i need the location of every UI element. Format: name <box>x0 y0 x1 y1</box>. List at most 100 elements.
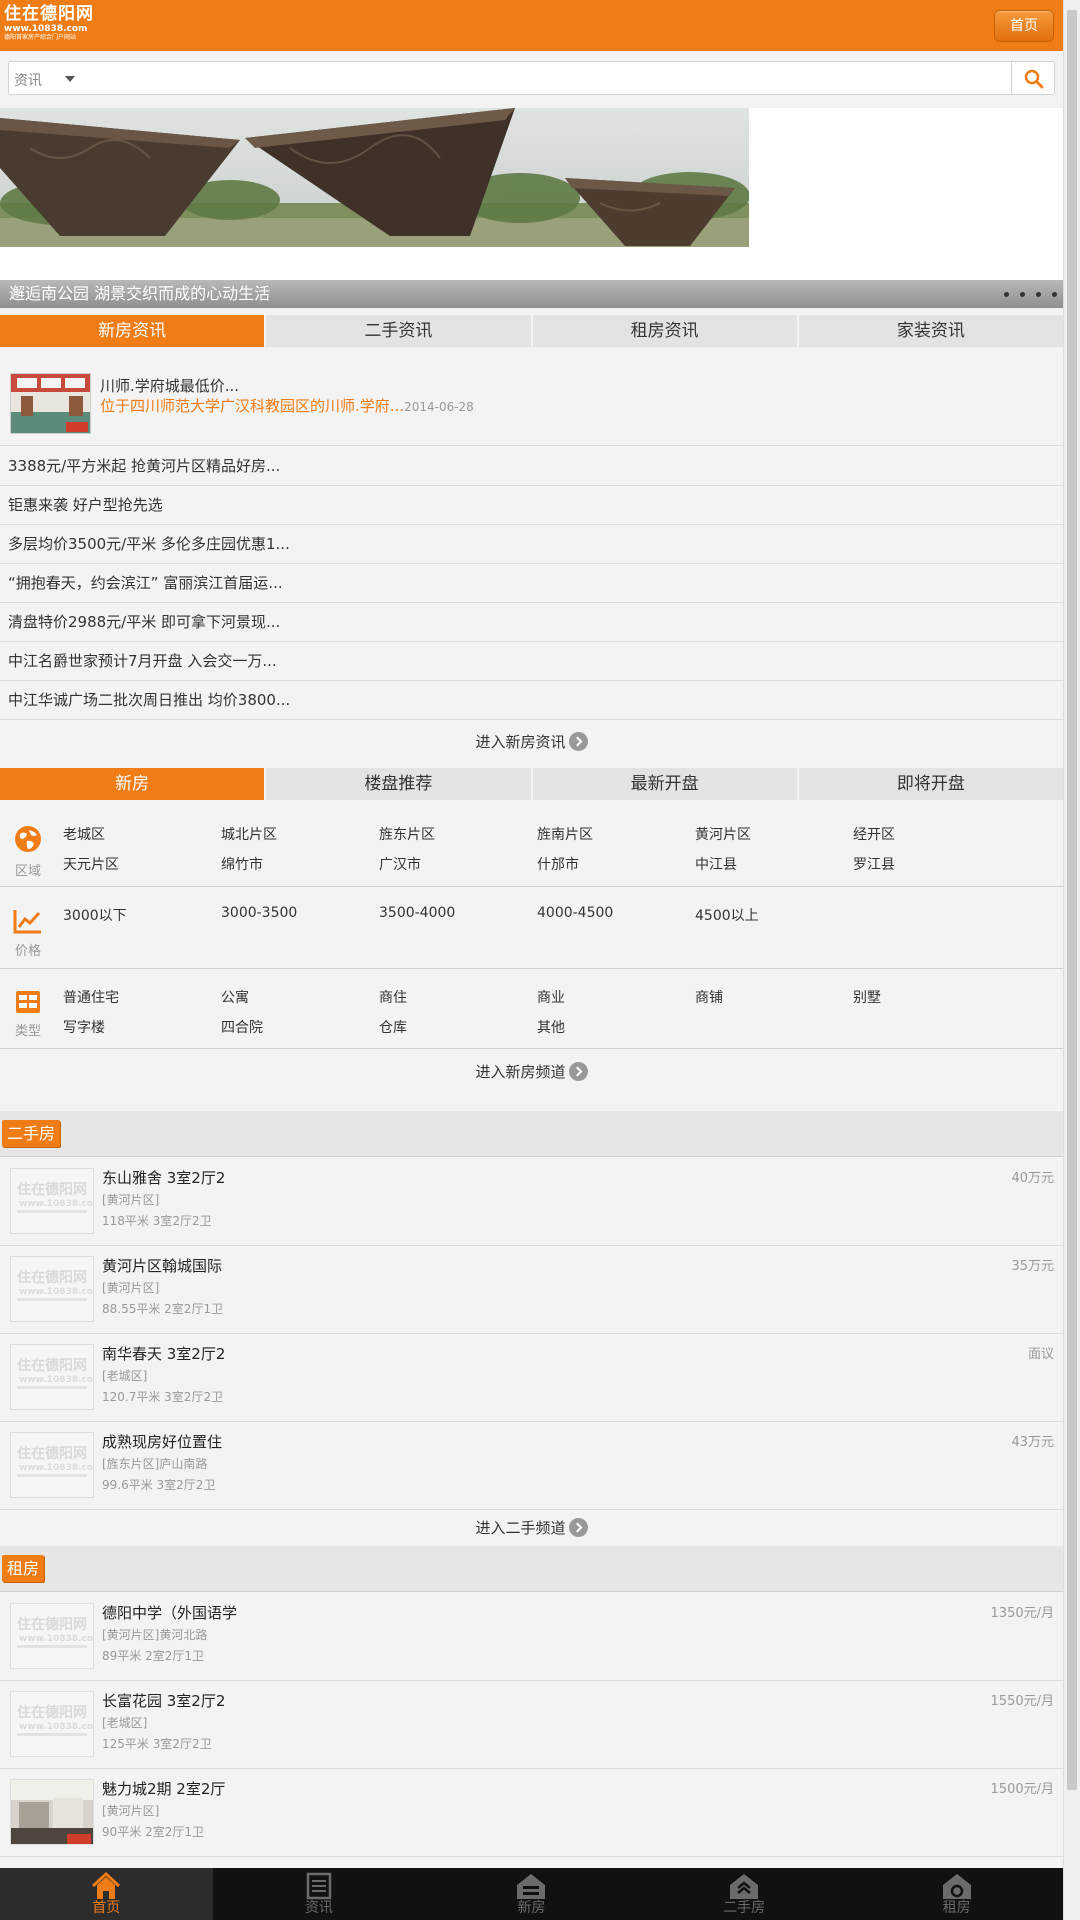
price-option[interactable]: 4000-4500 <box>537 905 613 921</box>
scrollbar-thumb[interactable] <box>1067 10 1077 1790</box>
search-input[interactable] <box>81 62 1011 94</box>
region-option[interactable]: 旌南片区 <box>537 824 593 844</box>
logo-title: 住在德阳网 <box>4 4 94 24</box>
news-item[interactable]: 中江华诚广场二批次周日推出 均价3800... <box>0 681 1063 720</box>
news-item[interactable]: 3388元/平方米起 抢黄河片区精品好房... <box>0 447 1063 486</box>
region-option[interactable]: 什邡市 <box>537 854 579 874</box>
more-secondhand-channel-link[interactable]: 进入二手频道 <box>0 1515 1063 1541</box>
tab-latest-opening[interactable]: 最新开盘 <box>532 768 797 800</box>
secondhand-listing[interactable]: 住在德阳网 www.10838.com 南华春天 3室2厅2 [老城区] 120… <box>0 1334 1063 1422</box>
type-option[interactable]: 普通住宅 <box>63 987 119 1007</box>
watermark-text: 住在德阳网 <box>17 1270 87 1286</box>
news-item[interactable]: 钜惠来袭 好户型抢先选 <box>0 486 1063 525</box>
secondhand-listing[interactable]: 住在德阳网 www.10838.com 黄河片区翰城国际 [黄河片区] 88.5… <box>0 1246 1063 1334</box>
price-option[interactable]: 3500-4000 <box>379 905 455 921</box>
listing-title[interactable]: 成熟现房好位置住 <box>102 1431 222 1452</box>
type-option[interactable]: 公寓 <box>221 987 249 1007</box>
nav-new-house[interactable]: 新房 <box>425 1868 638 1920</box>
secondhand-section-title[interactable]: 二手房 <box>2 1120 61 1147</box>
vertical-scrollbar[interactable] <box>1063 0 1080 1920</box>
placeholder-thumbnail[interactable]: 住在德阳网 www.10838.com <box>10 1168 94 1234</box>
listing-title[interactable]: 南华春天 3室2厅2 <box>102 1343 225 1364</box>
more-new-house-channel-link[interactable]: 进入新房频道 <box>0 1059 1063 1085</box>
type-option[interactable]: 四合院 <box>221 1017 263 1037</box>
news-item[interactable]: 多层均价3500元/平米 多伦多庄园优惠1... <box>0 525 1063 564</box>
type-option[interactable]: 其他 <box>537 1017 565 1037</box>
region-option[interactable]: 广汉市 <box>379 854 421 874</box>
price-option[interactable]: 3000-3500 <box>221 905 297 921</box>
carousel-dot[interactable] <box>1020 291 1025 297</box>
type-option[interactable]: 商铺 <box>695 987 723 1007</box>
carousel-dot[interactable] <box>1052 291 1057 297</box>
placeholder-thumbnail[interactable]: 住在德阳网 www.10838.com <box>10 1432 94 1498</box>
nav-rental[interactable]: 租房 <box>850 1868 1063 1920</box>
featured-news-desc[interactable]: 位于四川师范大学广汉科教园区的川师.学府...2014-06-28 <box>100 395 474 416</box>
news-item[interactable]: 清盘特价2988元/平米 即可拿下河景现... <box>0 603 1063 642</box>
rental-listing[interactable]: 住在德阳网 www.10838.com 长富花园 3室2厅2 [老城区] 125… <box>0 1681 1063 1769</box>
tab-recommended[interactable]: 楼盘推荐 <box>266 768 531 800</box>
more-new-house-news-link[interactable]: 进入新房资讯 <box>0 729 1063 755</box>
region-option[interactable]: 经开区 <box>853 824 895 844</box>
placeholder-thumbnail[interactable]: 住在德阳网 www.10838.com <box>10 1344 94 1410</box>
rental-section-title[interactable]: 租房 <box>2 1555 45 1582</box>
dropdown-arrow-icon[interactable] <box>65 76 75 82</box>
globe-icon <box>15 826 41 852</box>
secondhand-listing[interactable]: 住在德阳网 www.10838.com 东山雅舍 3室2厅2 [黄河片区] 11… <box>0 1158 1063 1246</box>
news-item[interactable]: 中江名爵世家预计7月开盘 入会交一万... <box>0 642 1063 681</box>
tab-decoration-news[interactable]: 家装资讯 <box>798 315 1063 347</box>
carousel-dot[interactable] <box>1036 291 1041 297</box>
tab-secondhand-news[interactable]: 二手资讯 <box>266 315 531 347</box>
watermark-bar <box>17 1298 87 1301</box>
region-option[interactable]: 旌东片区 <box>379 824 435 844</box>
listing-title[interactable]: 东山雅舍 3室2厅2 <box>102 1167 225 1188</box>
region-option[interactable]: 中江县 <box>695 854 737 874</box>
home-button[interactable]: 首页 <box>994 10 1054 42</box>
price-label: 价格 <box>14 944 41 959</box>
placeholder-thumbnail[interactable]: 住在德阳网 www.10838.com <box>10 1256 94 1322</box>
region-option[interactable]: 罗江县 <box>853 854 895 874</box>
type-option[interactable]: 别墅 <box>853 987 881 1007</box>
type-option[interactable]: 商业 <box>537 987 565 1007</box>
rental-listing[interactable]: 魅力城2期 2室2厅 [黄河片区] 90平米 2室2厅1卫 1500元/月 <box>0 1769 1063 1857</box>
watermark-text: 住在德阳网 <box>17 1446 87 1462</box>
featured-news[interactable]: 川师.学府城最低价... 位于四川师范大学广汉科教园区的川师.学府...2014… <box>0 362 1063 446</box>
listing-title[interactable]: 黄河片区翰城国际 <box>102 1255 222 1276</box>
search-button[interactable] <box>1011 62 1054 94</box>
price-option[interactable]: 3000以下 <box>63 905 127 925</box>
region-option[interactable]: 绵竹市 <box>221 854 263 874</box>
listing-title[interactable]: 德阳中学（外国语学 <box>102 1602 237 1623</box>
price-option[interactable]: 4500以上 <box>695 905 759 925</box>
carousel-dot[interactable] <box>1004 291 1009 297</box>
featured-news-title[interactable]: 川师.学府城最低价... <box>100 375 239 396</box>
type-option[interactable]: 写字楼 <box>63 1017 105 1037</box>
type-option[interactable]: 仓库 <box>379 1017 407 1037</box>
type-option[interactable]: 商住 <box>379 987 407 1007</box>
site-logo[interactable]: 住在德阳网 www.10838.com 德阳首家房产综合门户网站 <box>4 5 94 42</box>
tab-upcoming-opening[interactable]: 即将开盘 <box>798 768 1063 800</box>
banner-carousel[interactable]: 邂逅南公园 湖景交织而成的心动生活 <box>0 108 1063 308</box>
placeholder-thumbnail[interactable]: 住在德阳网 www.10838.com <box>10 1691 94 1757</box>
region-option[interactable]: 老城区 <box>63 824 105 844</box>
nav-secondhand[interactable]: 二手房 <box>638 1868 851 1920</box>
search-category-select[interactable]: 资讯 <box>14 70 42 90</box>
listing-title[interactable]: 长富花园 3室2厅2 <box>102 1690 225 1711</box>
watermark-url: www.10838.com <box>19 1287 94 1297</box>
banner-caption[interactable]: 邂逅南公园 湖景交织而成的心动生活 <box>0 280 1063 308</box>
secondhand-listing[interactable]: 住在德阳网 www.10838.com 成熟现房好位置住 [旌东片区]庐山南路 … <box>0 1422 1063 1510</box>
region-option[interactable]: 城北片区 <box>221 824 277 844</box>
tab-new-house-news[interactable]: 新房资讯 <box>0 315 265 347</box>
placeholder-thumbnail[interactable]: 住在德阳网 www.10838.com <box>10 1603 94 1669</box>
listing-title[interactable]: 魅力城2期 2室2厅 <box>102 1778 225 1799</box>
nav-home[interactable]: 首页 <box>0 1868 213 1920</box>
tab-new-house[interactable]: 新房 <box>0 768 265 800</box>
listing-photo[interactable] <box>10 1779 94 1845</box>
rental-listing[interactable]: 住在德阳网 www.10838.com 德阳中学（外国语学 [黄河片区]黄河北路… <box>0 1593 1063 1681</box>
banner-image[interactable] <box>0 108 749 247</box>
news-thumbnail[interactable] <box>10 373 91 434</box>
region-filter: 区域 老城区 城北片区 旌东片区 旌南片区 黄河片区 经开区 天元片区 绵竹市 … <box>0 804 1063 887</box>
tab-rental-news[interactable]: 租房资讯 <box>532 315 797 347</box>
news-item[interactable]: “拥抱春天，约会滨江” 富丽滨江首届运... <box>0 564 1063 603</box>
nav-news[interactable]: 资讯 <box>213 1868 426 1920</box>
region-option[interactable]: 黄河片区 <box>695 824 751 844</box>
region-option[interactable]: 天元片区 <box>63 854 119 874</box>
